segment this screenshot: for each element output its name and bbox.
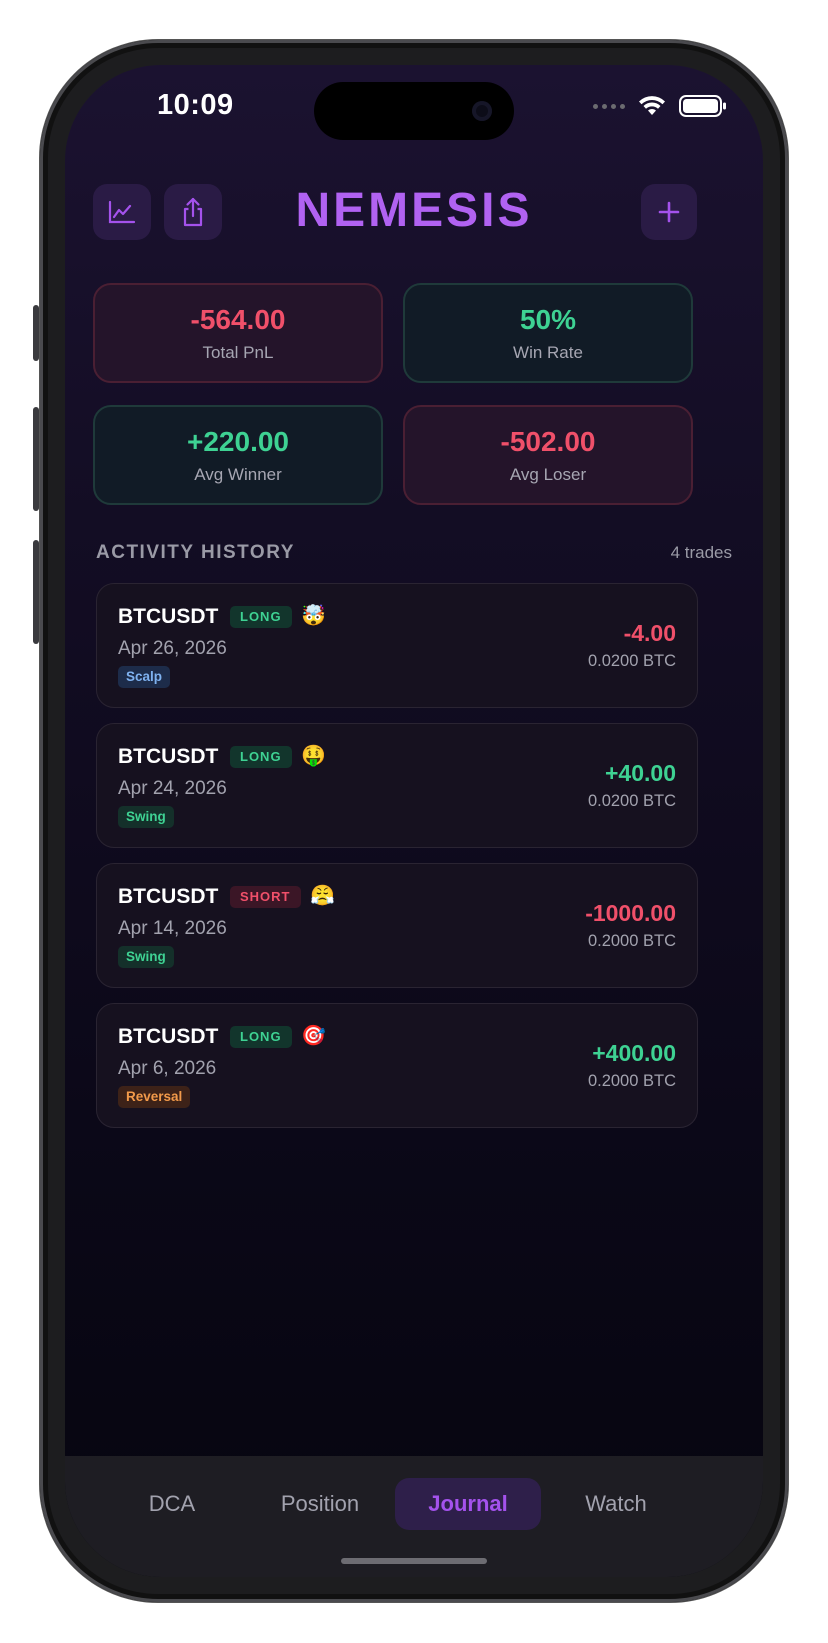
avg-winner-card: +220.00 Avg Winner — [93, 405, 383, 505]
avg-loser-card: -502.00 Avg Loser — [403, 405, 693, 505]
tab-position[interactable]: Position — [247, 1478, 393, 1530]
trade-pnl: +400.00 — [592, 1040, 676, 1066]
battery-icon — [679, 95, 726, 117]
home-indicator[interactable] — [341, 1558, 487, 1564]
trade-card[interactable]: BTCUSDT LONG 🤯 Apr 26, 2026 Scalp -4.00 … — [96, 583, 698, 708]
strategy-tag: Swing — [118, 806, 174, 828]
wifi-icon — [639, 96, 665, 115]
total-pnl-label: Total PnL — [202, 343, 274, 362]
trade-pnl: -1000.00 — [585, 900, 676, 926]
avg-winner-label: Avg Winner — [194, 465, 282, 484]
avg-loser-label: Avg Loser — [509, 465, 587, 484]
dynamic-island — [314, 82, 514, 140]
trade-date: Apr 24, 2026 — [118, 778, 227, 799]
win-rate-label: Win Rate — [513, 343, 583, 362]
win-rate-value: 50% — [519, 304, 577, 335]
avg-loser-value: -502.00 — [500, 426, 596, 457]
trade-card[interactable]: BTCUSDT LONG 🤑 Apr 24, 2026 Swing +40.00… — [96, 723, 698, 848]
trade-symbol: BTCUSDT — [118, 605, 219, 628]
strategy-tag: Swing — [118, 946, 174, 968]
trade-date: Apr 14, 2026 — [118, 918, 227, 939]
trade-symbol: BTCUSDT — [118, 1025, 219, 1048]
strategy-tag: Scalp — [118, 666, 171, 688]
trade-symbol: BTCUSDT — [118, 745, 219, 768]
mood-emoji: 🤯 — [301, 605, 326, 627]
mood-emoji: 😤 — [310, 885, 335, 907]
tab-dca[interactable]: DCA — [99, 1478, 245, 1530]
add-trade-button[interactable] — [641, 184, 697, 240]
trade-quantity: 0.0200 BTC — [587, 792, 676, 810]
tab-watch[interactable]: Watch — [543, 1478, 689, 1530]
trade-card[interactable]: BTCUSDT LONG 🎯 Apr 6, 2026 Reversal +400… — [96, 1003, 698, 1128]
side-badge: LONG — [230, 746, 292, 768]
tab-journal[interactable]: Journal — [395, 1478, 541, 1530]
total-pnl-value: -564.00 — [190, 304, 286, 335]
camera-icon — [472, 101, 492, 121]
cellular-signal-icon — [593, 103, 625, 109]
status-icons — [593, 95, 727, 117]
trade-quantity: 0.2000 BTC — [587, 932, 676, 950]
trade-date: Apr 26, 2026 — [118, 638, 227, 659]
tab-bar: DCA Position Journal Watch — [65, 1456, 763, 1577]
status-time: 10:09 — [157, 89, 234, 121]
activity-header: ACTIVITY HISTORY 4 trades — [96, 542, 732, 564]
trade-count: 4 trades — [670, 543, 732, 562]
volume-up-button — [33, 407, 39, 511]
mood-emoji: 🎯 — [301, 1025, 326, 1047]
side-badge: LONG — [230, 606, 292, 628]
app-screen: 10:09 NEMESIS -564.00 Total PnL 50% Win … — [65, 65, 763, 1577]
strategy-tag: Reversal — [118, 1086, 191, 1108]
side-badge: SHORT — [230, 886, 301, 908]
trade-symbol: BTCUSDT — [118, 885, 219, 908]
plus-icon — [658, 201, 680, 223]
mood-emoji: 🤑 — [301, 745, 326, 767]
trade-quantity: 0.2000 BTC — [587, 1072, 676, 1090]
total-pnl-card: -564.00 Total PnL — [93, 283, 383, 383]
side-badge: LONG — [230, 1026, 292, 1048]
win-rate-card: 50% Win Rate — [403, 283, 693, 383]
trade-pnl: -4.00 — [623, 620, 676, 646]
trade-card[interactable]: BTCUSDT SHORT 😤 Apr 14, 2026 Swing -1000… — [96, 863, 698, 988]
trade-quantity: 0.0200 BTC — [587, 652, 676, 670]
activity-heading: ACTIVITY HISTORY — [96, 542, 295, 563]
trade-date: Apr 6, 2026 — [118, 1058, 217, 1079]
action-button — [33, 305, 39, 361]
volume-down-button — [33, 540, 39, 644]
trade-pnl: +40.00 — [605, 760, 676, 786]
avg-winner-value: +220.00 — [187, 426, 289, 457]
